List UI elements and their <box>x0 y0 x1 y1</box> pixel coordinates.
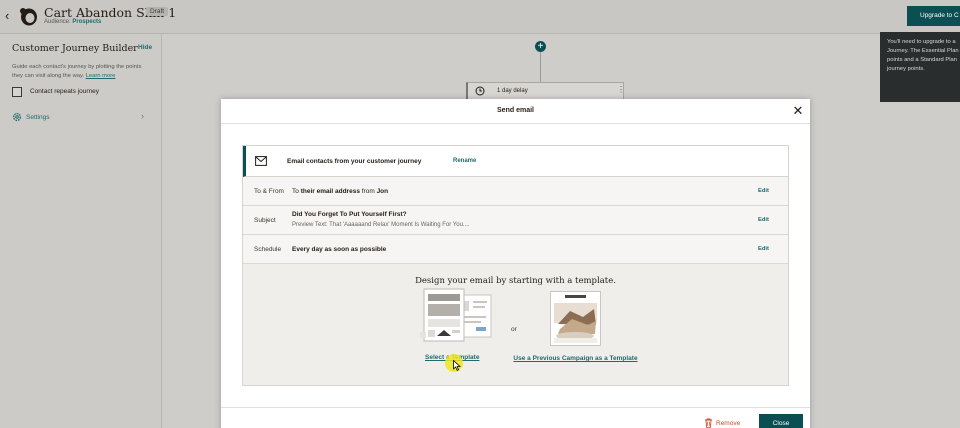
or-label: or <box>511 326 517 333</box>
contact-repeats-checkbox[interactable] <box>12 87 22 97</box>
add-step-plus-icon[interactable]: + <box>535 41 546 52</box>
top-bar: ‹ Cart Abandon Skin 1 Draft Audience: Pr… <box>0 0 960 34</box>
previous-campaign-link[interactable]: Use a Previous Campaign as a Template <box>513 354 638 364</box>
email-settings-panel: Email contacts from your customer journe… <box>242 145 789 386</box>
cursor-icon <box>453 360 461 371</box>
delay-label: 1 day delay <box>497 88 528 94</box>
sidebar: Customer Journey Builder Hide Guide each… <box>0 34 162 428</box>
previous-campaign-thumbnail[interactable] <box>550 291 601 346</box>
template-thumbnail[interactable] <box>418 288 496 345</box>
trash-icon[interactable] <box>704 418 713 428</box>
upgrade-button[interactable]: Upgrade to C <box>907 6 960 26</box>
edit-to-from-link[interactable]: Edit <box>758 188 769 194</box>
mail-icon <box>255 156 267 166</box>
preview-text: Preview Text: That 'Aaaaaand Relax' Mome… <box>292 222 470 228</box>
sidebar-description: Guide each contact's journey by plotting… <box>12 64 142 79</box>
status-badge: Draft <box>146 7 169 16</box>
clock-icon <box>475 86 485 96</box>
subject-value: Did You Forget To Put Yourself First? <box>292 211 407 218</box>
subject-row: Subject Did You Forget To Put Yourself F… <box>243 206 788 235</box>
to-from-row: To & From To their email address from Jo… <box>243 177 788 206</box>
design-area: Design your email by starting with a tem… <box>243 264 788 385</box>
chevron-right-icon[interactable]: › <box>141 111 144 121</box>
learn-more-link[interactable]: Learn more <box>86 73 116 79</box>
delay-step-card[interactable]: 1 day delay ⋮ <box>466 82 625 100</box>
schedule-row: Schedule Every day as soon as possible E… <box>243 235 788 264</box>
modal-header: Send email ✕ <box>221 99 810 124</box>
subject-label: Subject <box>254 217 276 224</box>
journey-connector <box>540 52 541 82</box>
close-icon[interactable]: ✕ <box>792 104 804 117</box>
email-name: Email contacts from your customer journe… <box>287 158 422 165</box>
send-email-modal: Send email ✕ Email contacts from your cu… <box>221 99 810 428</box>
audience-info: Audience: Prospects <box>44 19 102 25</box>
modal-footer: Remove Close <box>221 407 810 428</box>
more-vertical-icon[interactable]: ⋮ <box>617 85 625 94</box>
to-from-value: To their email address from Jon <box>292 188 389 195</box>
rename-link[interactable]: Rename <box>453 158 476 164</box>
email-name-row: Email contacts from your customer journe… <box>243 146 788 177</box>
schedule-label: Schedule <box>254 246 282 253</box>
design-heading: Design your email by starting with a tem… <box>415 276 616 286</box>
hide-sidebar-link[interactable]: Hide <box>138 44 152 51</box>
close-button[interactable]: Close <box>759 414 803 428</box>
contact-repeats-label: Contact repeats journey <box>30 88 100 95</box>
remove-link[interactable]: Remove <box>716 420 740 427</box>
sidebar-title: Customer Journey Builder <box>12 43 138 54</box>
settings-link[interactable]: Settings <box>26 114 50 121</box>
audience-name: Prospects <box>72 19 102 25</box>
settings-gear-icon <box>12 112 22 122</box>
upgrade-tooltip: You'll need to upgrade to a Journey. The… <box>880 32 960 102</box>
to-from-label: To & From <box>254 188 284 195</box>
back-arrow-icon[interactable]: ‹ <box>5 9 15 22</box>
mailchimp-logo-icon <box>20 8 37 26</box>
schedule-value: Every day as soon as possible <box>292 246 387 253</box>
edit-subject-link[interactable]: Edit <box>758 217 769 223</box>
modal-title: Send email <box>497 107 534 114</box>
edit-schedule-link[interactable]: Edit <box>758 246 769 252</box>
